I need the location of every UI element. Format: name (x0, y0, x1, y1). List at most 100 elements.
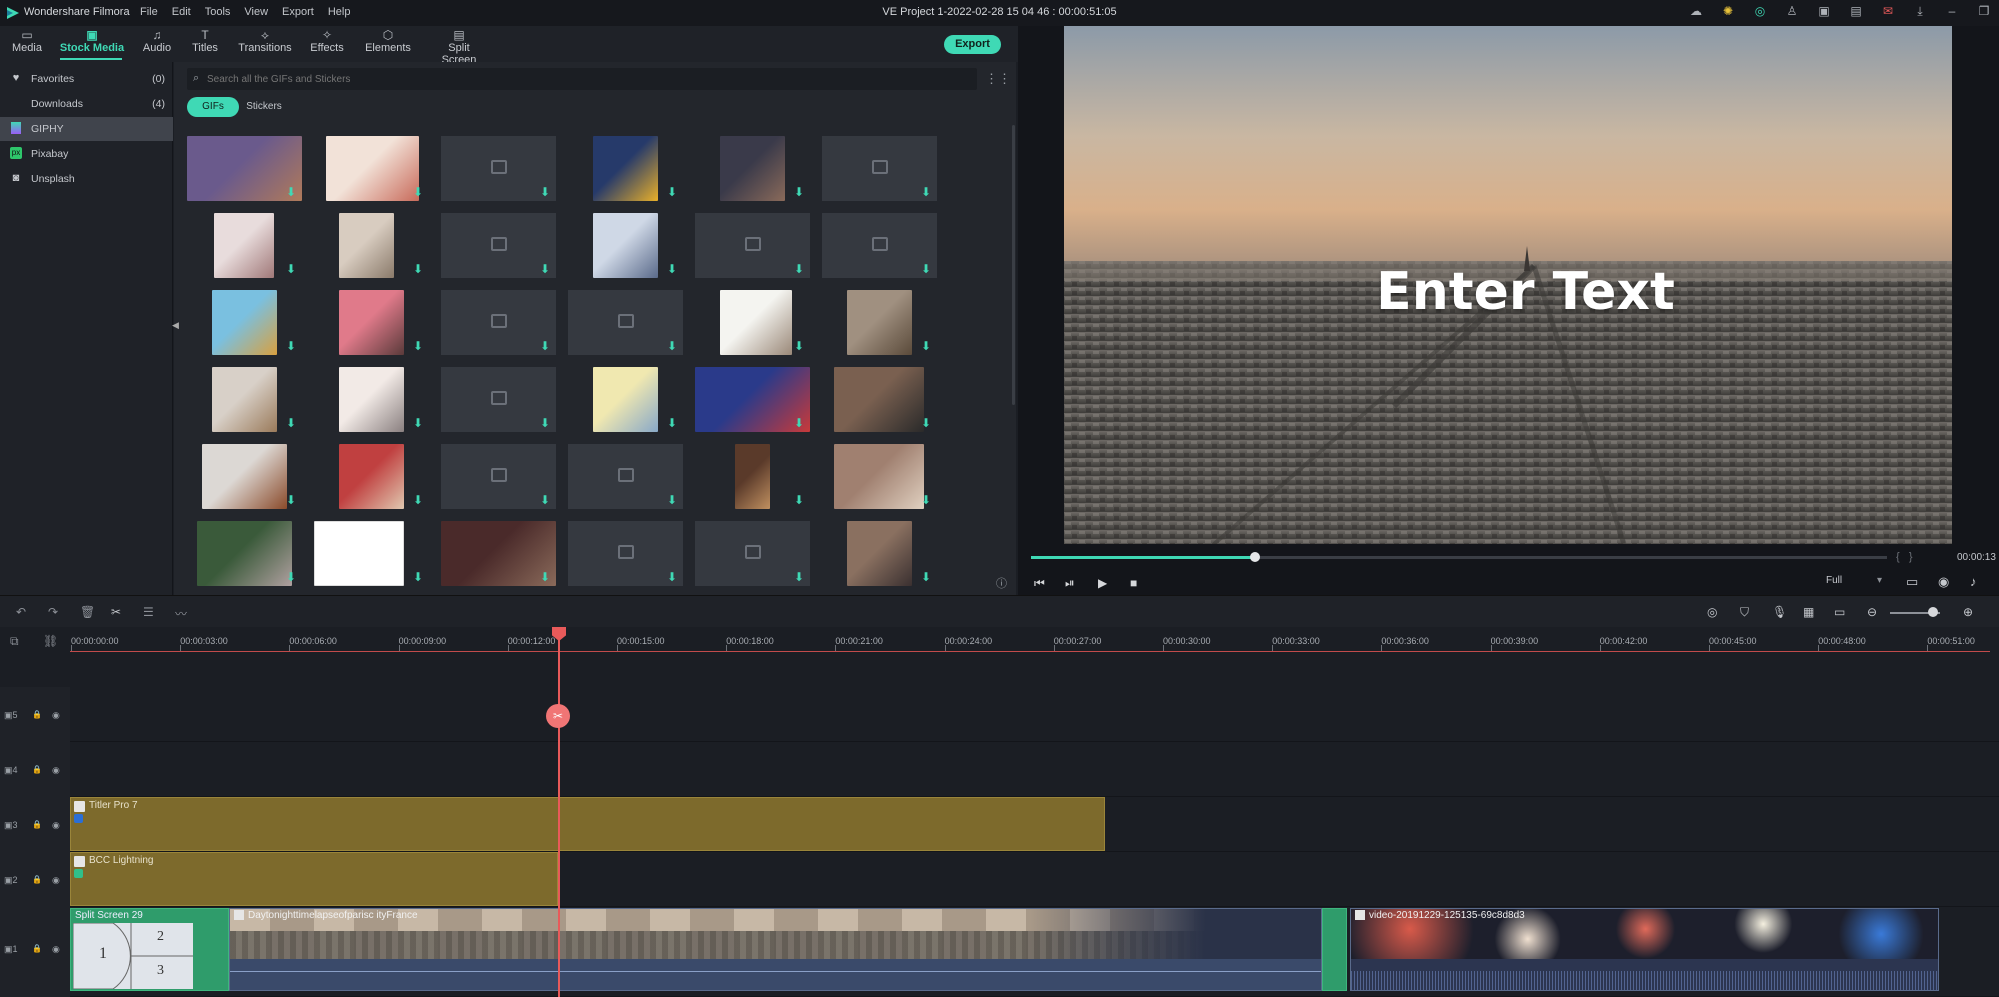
save-icon[interactable]: ▣ (1817, 4, 1831, 18)
tab-audio[interactable]: ♫ Audio (140, 28, 174, 60)
volume-icon[interactable]: ♪ (1970, 574, 1977, 589)
download-icon[interactable]: ⬇ (921, 416, 931, 430)
download-icon[interactable]: ⬇ (413, 339, 423, 353)
download-icon[interactable]: ⬇ (667, 185, 677, 199)
account-icon[interactable]: ♙ (1785, 4, 1799, 18)
sidebar-item-unsplash[interactable]: ◙ Unsplash (0, 167, 173, 191)
gif-tile[interactable]: ⬇ (441, 521, 556, 586)
gif-tile[interactable]: ⬇ (695, 521, 810, 586)
render-icon[interactable]: ◎ (1707, 605, 1717, 619)
download-icon[interactable]: ⤓ (1913, 4, 1927, 18)
audio-wave-icon[interactable]: 〰 (175, 605, 187, 622)
gif-tile[interactable]: ⬇ (568, 444, 683, 509)
gif-tile[interactable]: ⬇ (187, 521, 302, 586)
download-icon[interactable]: ⬇ (794, 570, 804, 584)
microphone-icon[interactable]: 🎙 (1772, 605, 1787, 619)
download-icon[interactable]: ⬇ (794, 185, 804, 199)
minimize-icon[interactable]: – (1945, 4, 1959, 18)
gif-tile[interactable]: ⬇ (822, 444, 937, 509)
gif-tile[interactable]: ⬇ (568, 136, 683, 201)
download-icon[interactable]: ⬇ (921, 262, 931, 276)
download-icon[interactable]: ⬇ (413, 185, 423, 199)
clip-titler-pro[interactable]: Titler Pro 7 (70, 797, 1105, 851)
gif-tile[interactable]: ⬇ (568, 213, 683, 278)
clip-concert-video[interactable]: video-20191229-125135-69c8d8d3 (1350, 908, 1939, 991)
download-icon[interactable]: ⬇ (286, 185, 296, 199)
cut-icon[interactable]: ✂ (111, 605, 121, 619)
tab-split-screen[interactable]: ▤ Split Screen (430, 28, 488, 66)
download-icon[interactable]: ⬇ (667, 493, 677, 507)
gif-tile[interactable]: ⬇ (695, 136, 810, 201)
lock-icon[interactable]: 🔒 (32, 944, 42, 953)
play-slow-icon[interactable]: ⏯ (1065, 576, 1075, 591)
download-icon[interactable]: ⬇ (540, 570, 550, 584)
zoom-slider-handle[interactable] (1928, 607, 1938, 617)
gif-tile[interactable]: ⬇ (568, 290, 683, 355)
clip-split-screen[interactable]: Split Screen 29 1 2 3 (70, 908, 229, 991)
download-icon[interactable]: ⬇ (921, 570, 931, 584)
gif-tile[interactable]: ⬇ (822, 367, 937, 432)
gif-tile[interactable]: ⬇ (187, 444, 302, 509)
play-icon[interactable]: ▶ (1098, 576, 1107, 590)
gif-tile[interactable]: ⬇ (314, 444, 429, 509)
gif-tile[interactable]: ⬇ (187, 213, 302, 278)
quality-select[interactable]: Full ▾ (1826, 575, 1886, 591)
download-icon[interactable]: ⬇ (667, 570, 677, 584)
tab-media[interactable]: ▭ Media (10, 28, 44, 60)
download-icon[interactable]: ⬇ (286, 339, 296, 353)
lock-icon[interactable]: 🔒 (32, 875, 42, 884)
eye-icon[interactable]: ◉ (52, 875, 60, 886)
gif-tile[interactable]: ⬇ (695, 213, 810, 278)
grid-view-icon[interactable]: ⋮⋮ (985, 71, 1011, 87)
download-icon[interactable]: ⬇ (921, 493, 931, 507)
download-icon[interactable]: ⬇ (667, 262, 677, 276)
gif-tile[interactable]: ⬇ (441, 136, 556, 201)
link-icon[interactable]: ⛓ (43, 634, 58, 648)
preview-title-text[interactable]: Enter Text (1064, 262, 1987, 322)
download-icon[interactable]: ⬇ (413, 416, 423, 430)
cloud-icon[interactable]: ☁ (1689, 4, 1703, 18)
download-icon[interactable]: ⬇ (540, 339, 550, 353)
info-icon[interactable]: ⓘ (996, 575, 1007, 591)
playhead-cut-marker[interactable]: ✂ (546, 704, 570, 728)
mail-icon[interactable]: ✉ (1881, 4, 1895, 18)
download-icon[interactable]: ⬇ (413, 570, 423, 584)
clip-bcc-lightning[interactable]: BCC Lightning (70, 852, 558, 906)
lock-icon[interactable]: 🔒 (32, 820, 42, 829)
gif-tile[interactable]: ⬇ (695, 290, 810, 355)
download-icon[interactable]: ⬇ (921, 339, 931, 353)
gif-tile[interactable]: ⬇ (314, 290, 429, 355)
mark-in-out-icon[interactable]: { } (1896, 551, 1913, 563)
filter-gifs[interactable]: GIFs (187, 97, 239, 117)
redo-icon[interactable]: ↷ (48, 605, 58, 619)
lock-icon[interactable]: 🔒 (32, 710, 42, 719)
gif-tile[interactable]: ⬇ (314, 521, 429, 586)
tab-transitions[interactable]: ⟡ Transitions (238, 28, 292, 60)
subtitle-icon[interactable]: ▭ (1834, 605, 1845, 619)
gif-tile[interactable]: ⬇ (441, 213, 556, 278)
download-icon[interactable]: ⬇ (540, 262, 550, 276)
eye-icon[interactable]: ◉ (52, 944, 60, 955)
gif-tile[interactable]: ⬇ (568, 367, 683, 432)
eye-icon[interactable]: ◉ (52, 820, 60, 831)
tab-titles[interactable]: T Titles (188, 28, 222, 60)
download-icon[interactable]: ⬇ (286, 570, 296, 584)
gif-tile[interactable]: ⬇ (822, 213, 937, 278)
download-icon[interactable]: ⬇ (413, 262, 423, 276)
library-scrollbar[interactable] (1012, 125, 1015, 405)
timeline-track[interactable]: ▣4 🔒 ◉ (0, 742, 1999, 797)
download-icon[interactable]: ⬇ (794, 493, 804, 507)
tab-elements[interactable]: ⬡ Elements (364, 28, 412, 60)
sidebar-item-favorites[interactable]: ♥ Favorites (0) (0, 67, 173, 91)
sidebar-item-downloads[interactable]: Downloads (4) (0, 92, 173, 116)
download-icon[interactable]: ⬇ (286, 416, 296, 430)
clip-paris-timelapse[interactable]: Daytonighttimelapseofparisc ityFrance (229, 908, 1322, 991)
display-icon[interactable]: ▭ (1906, 574, 1918, 590)
download-icon[interactable]: ⬇ (540, 416, 550, 430)
marker-icon[interactable]: ⛉ (1740, 605, 1749, 620)
gif-tile[interactable]: ⬇ (568, 521, 683, 586)
zoom-out-icon[interactable]: ⊖ (1867, 605, 1877, 619)
download-icon[interactable]: ⬇ (667, 416, 677, 430)
disk-icon[interactable]: ▤ (1849, 4, 1863, 18)
download-icon[interactable]: ⬇ (667, 339, 677, 353)
